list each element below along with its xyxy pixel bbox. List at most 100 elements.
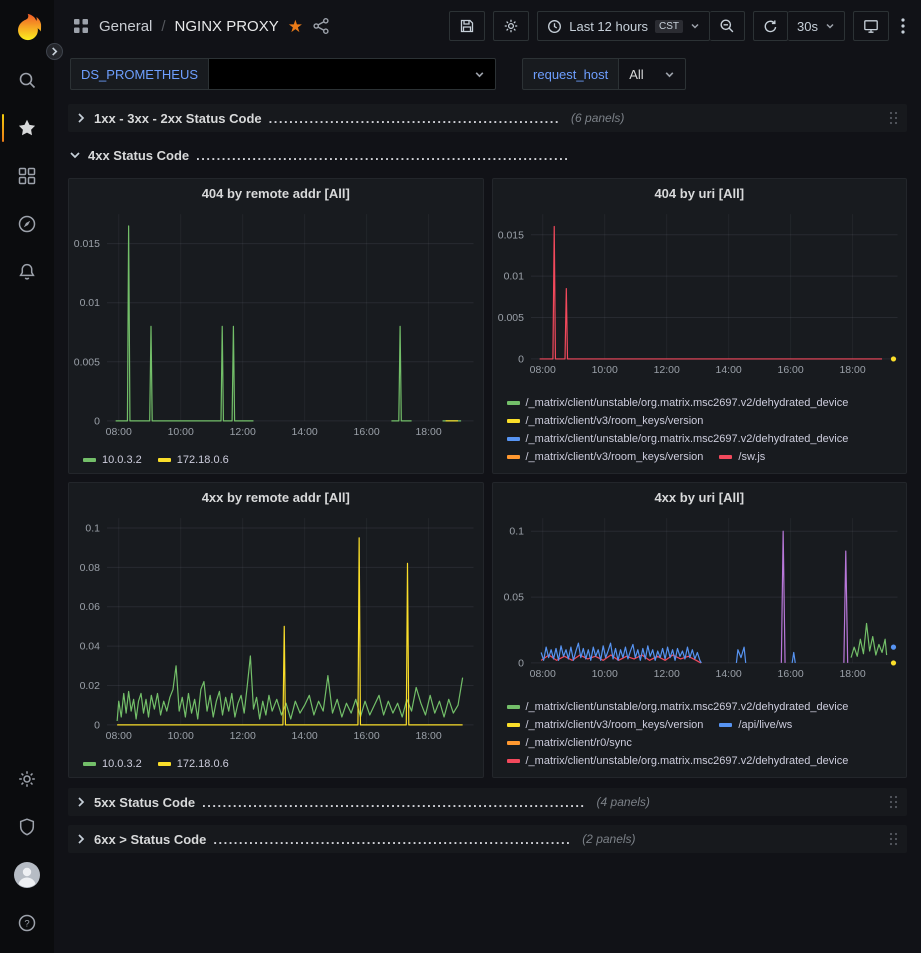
refresh-interval-dropdown[interactable]: 30s <box>788 11 845 41</box>
row-1xx-3xx-2xx-status-code[interactable]: 1xx - 3xx - 2xx Status Code ............… <box>68 104 907 132</box>
breadcrumb-folder[interactable]: General <box>99 18 152 35</box>
legend-swatch <box>507 437 520 441</box>
svg-text:16:00: 16:00 <box>354 731 380 742</box>
svg-text:0.005: 0.005 <box>497 313 523 324</box>
panel-title[interactable]: 4xx by remote addr [All] <box>69 483 483 511</box>
apps-icon <box>72 17 90 35</box>
svg-text:12:00: 12:00 <box>653 669 679 680</box>
svg-text:08:00: 08:00 <box>529 669 555 680</box>
svg-text:16:00: 16:00 <box>354 427 380 438</box>
kebab-menu-button[interactable] <box>897 11 909 41</box>
favorite-star-icon[interactable]: ★ <box>288 18 303 35</box>
svg-text:0.1: 0.1 <box>85 523 100 534</box>
legend-item[interactable]: 172.18.0.6 <box>158 454 229 466</box>
top-navbar: General / NGINX PROXY ★ <box>54 0 921 52</box>
timeseries-chart: 00.020.040.060.080.108:0010:0012:0014:00… <box>69 511 483 743</box>
svg-text:12:00: 12:00 <box>230 427 256 438</box>
row-4xx-status-code[interactable]: 4xx Status Code ........................… <box>68 141 907 169</box>
cycle-view-mode-button[interactable] <box>853 11 889 41</box>
legend-label: /_matrix/client/v3/room_keys/version <box>526 719 704 731</box>
legend-item[interactable]: /_matrix/client/unstable/org.matrix.msc2… <box>507 701 849 713</box>
datasource-variable-label[interactable]: DS_PROMETHEUS <box>70 58 208 90</box>
dashboard-settings-button[interactable] <box>493 11 529 41</box>
svg-text:0.05: 0.05 <box>503 593 524 604</box>
legend-label: /_matrix/client/v3/room_keys/version <box>526 415 704 427</box>
chevron-down-icon <box>664 69 675 80</box>
svg-text:0.02: 0.02 <box>80 681 101 692</box>
alerting-menu-item[interactable] <box>0 248 54 296</box>
refresh-button[interactable] <box>753 11 788 41</box>
row-drag-handle[interactable] <box>887 111 900 126</box>
legend-label: 10.0.3.2 <box>102 758 142 770</box>
row-drag-handle[interactable] <box>887 832 900 847</box>
server-admin-menu-item[interactable] <box>0 803 54 851</box>
chevron-down-icon <box>690 21 700 31</box>
legend-item[interactable]: 10.0.3.2 <box>83 758 142 770</box>
explore-menu-item[interactable] <box>0 200 54 248</box>
compass-icon <box>17 214 37 234</box>
request-host-variable-label[interactable]: request_host <box>522 58 618 90</box>
shield-icon <box>17 817 37 837</box>
svg-text:0.08: 0.08 <box>80 563 101 574</box>
clock-icon <box>547 19 562 34</box>
timeseries-chart: 00.0050.010.01508:0010:0012:0014:0016:00… <box>69 207 483 439</box>
timeseries-chart: 00.050.108:0010:0012:0014:0016:0018:00 <box>493 511 907 681</box>
legend-item[interactable]: /_matrix/client/unstable/org.matrix.msc2… <box>507 755 849 767</box>
legend-item[interactable]: /_matrix/client/unstable/org.matrix.msc2… <box>507 397 849 409</box>
legend-item[interactable]: /_matrix/client/v3/room_keys/version <box>507 415 704 427</box>
legend-label: /sw.js <box>738 451 765 463</box>
svg-text:12:00: 12:00 <box>653 365 679 376</box>
row-title: 6xx > Status Code <box>94 832 206 847</box>
legend-label: /_matrix/client/unstable/org.matrix.msc2… <box>526 433 849 445</box>
breadcrumb-dashboard-title[interactable]: NGINX PROXY <box>175 18 279 35</box>
help-menu-item[interactable]: ? <box>0 899 54 947</box>
chevron-right-icon <box>75 112 87 124</box>
search-menu-item[interactable] <box>0 56 54 104</box>
legend-item[interactable]: /_matrix/client/v3/room_keys/version <box>507 451 704 463</box>
row-title: 5xx Status Code <box>94 795 195 810</box>
search-icon <box>17 70 37 90</box>
kebab-icon <box>901 18 905 34</box>
legend-item[interactable]: /_matrix/client/v3/room_keys/version <box>507 719 704 731</box>
grid-icon <box>17 166 37 186</box>
legend-swatch <box>158 762 171 766</box>
row-5xx-status-code[interactable]: 5xx Status Code ........................… <box>68 788 907 816</box>
svg-text:0.01: 0.01 <box>80 298 101 309</box>
row-panel-count: (6 panels) <box>571 111 624 125</box>
starred-menu-item[interactable] <box>0 104 54 152</box>
breadcrumb-separator: / <box>161 18 165 35</box>
bell-icon <box>17 262 37 282</box>
row-drag-handle[interactable] <box>887 795 900 810</box>
zoom-out-button[interactable] <box>710 11 745 41</box>
request-host-variable-select[interactable]: All <box>618 58 685 90</box>
grafana-logo[interactable] <box>11 10 43 42</box>
legend-item[interactable]: /_matrix/client/r0/sync <box>507 737 632 749</box>
share-icon[interactable] <box>312 17 330 35</box>
panel-title[interactable]: 404 by uri [All] <box>493 179 907 207</box>
legend-item[interactable]: 172.18.0.6 <box>158 758 229 770</box>
configuration-menu-item[interactable] <box>0 755 54 803</box>
legend: 10.0.3.2 172.18.0.6 <box>69 452 483 473</box>
svg-text:16:00: 16:00 <box>777 365 803 376</box>
row-dots: ........................................… <box>202 795 585 810</box>
user-avatar[interactable] <box>0 851 54 899</box>
save-dashboard-button[interactable] <box>449 11 485 41</box>
row-dots: ........................................… <box>213 832 571 847</box>
panel-title[interactable]: 404 by remote addr [All] <box>69 179 483 207</box>
svg-text:?: ? <box>24 918 29 929</box>
legend-item[interactable]: 10.0.3.2 <box>83 454 142 466</box>
chevron-right-icon <box>75 833 87 845</box>
legend-item[interactable]: /sw.js <box>719 451 765 463</box>
dashboards-menu-item[interactable] <box>0 152 54 200</box>
panel-title[interactable]: 4xx by uri [All] <box>493 483 907 511</box>
request-host-variable: request_host All <box>522 58 686 90</box>
time-picker-button[interactable]: Last 12 hours CST <box>537 11 710 41</box>
svg-text:18:00: 18:00 <box>415 731 441 742</box>
legend-item[interactable]: /api/live/ws <box>719 719 792 731</box>
legend-item[interactable]: /_matrix/client/unstable/org.matrix.msc2… <box>507 433 849 445</box>
panel-4xx-by-uri: 4xx by uri [All] 00.050.108:0010:0012:00… <box>492 482 908 778</box>
breadcrumb: General / NGINX PROXY ★ <box>72 17 449 35</box>
row-6xx-status-code[interactable]: 6xx > Status Code ......................… <box>68 825 907 853</box>
expand-sidebar-button[interactable] <box>46 43 63 60</box>
datasource-variable-select[interactable] <box>208 58 496 90</box>
